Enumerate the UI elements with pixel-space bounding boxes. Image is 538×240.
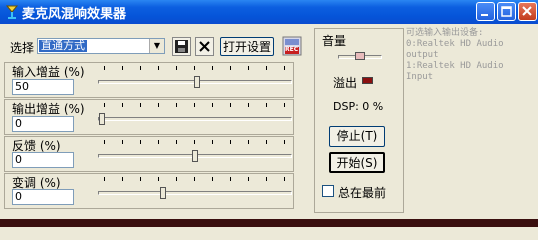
feedback-field[interactable]: 0 [12,152,74,168]
close-icon [522,6,532,16]
save-button[interactable] [172,37,191,56]
minimize-button[interactable] [476,2,495,21]
chevron-down-icon[interactable]: ▼ [149,39,164,53]
always-on-top-checkbox[interactable] [322,185,334,197]
output-gain-label: 输出增益 (%) [12,102,85,116]
always-on-top-label: 总在最前 [338,186,387,200]
window-title: 麦克风混响效果器 [22,7,127,22]
mode-select[interactable]: 直通方式 ▼ [37,38,165,54]
device-line: 0:Realtek HD Audio [406,39,504,49]
output-gain-field[interactable]: 0 [12,116,74,132]
save-icon [175,40,188,53]
mode-select-value: 直通方式 [39,39,87,52]
title-bar[interactable]: 麦克风混响效果器 [0,0,538,24]
input-gain-label: 输入增益 (%) [12,65,85,79]
device-line: output [406,50,439,60]
output-gain-slider[interactable] [98,101,292,131]
rec-label: REC [285,46,299,53]
waveform-strip [0,219,538,227]
slider-thumb[interactable] [160,187,166,199]
maximize-icon [501,6,512,17]
input-gain-field[interactable]: 50 [12,79,74,95]
close-button[interactable] [518,2,537,21]
overflow-indicator [362,77,373,84]
dsp-readout: DSP: 0 % [333,100,384,113]
slider-thumb[interactable] [192,150,198,162]
slider-thumb[interactable] [194,76,200,88]
volume-label: 音量 [322,34,347,48]
slider-thumb[interactable] [99,113,105,125]
maximize-button[interactable] [497,2,516,21]
open-settings-button[interactable]: 打开设置 [220,37,274,56]
device-line: Input [406,72,434,82]
input-gain-slider[interactable] [98,64,292,94]
device-list: 可选输入输出设备: 0:Realtek HD Audio output 1:Re… [406,28,538,96]
start-button[interactable]: 开始(S) [329,152,385,173]
stop-button[interactable]: 停止(T) [329,126,385,147]
app-icon [5,5,19,19]
app-window: 麦克风混响效果器 选择 直通方式 ▼ 打开设置 REC 输入增益 (%) 50 [0,0,538,227]
minimize-icon [481,14,488,16]
pitch-field[interactable]: 0 [12,189,74,205]
close-icon [199,41,210,52]
rec-button[interactable]: REC [282,36,302,56]
select-label: 选择 [10,41,35,55]
delete-button[interactable] [195,37,214,56]
pitch-slider[interactable] [98,175,292,205]
overflow-label: 溢出 [333,76,358,90]
device-line: 1:Realtek HD Audio [406,61,504,71]
device-list-header: 可选输入输出设备: [406,28,484,38]
volume-thumb[interactable] [355,52,365,60]
feedback-slider[interactable] [98,138,292,168]
volume-slider[interactable] [338,52,382,62]
